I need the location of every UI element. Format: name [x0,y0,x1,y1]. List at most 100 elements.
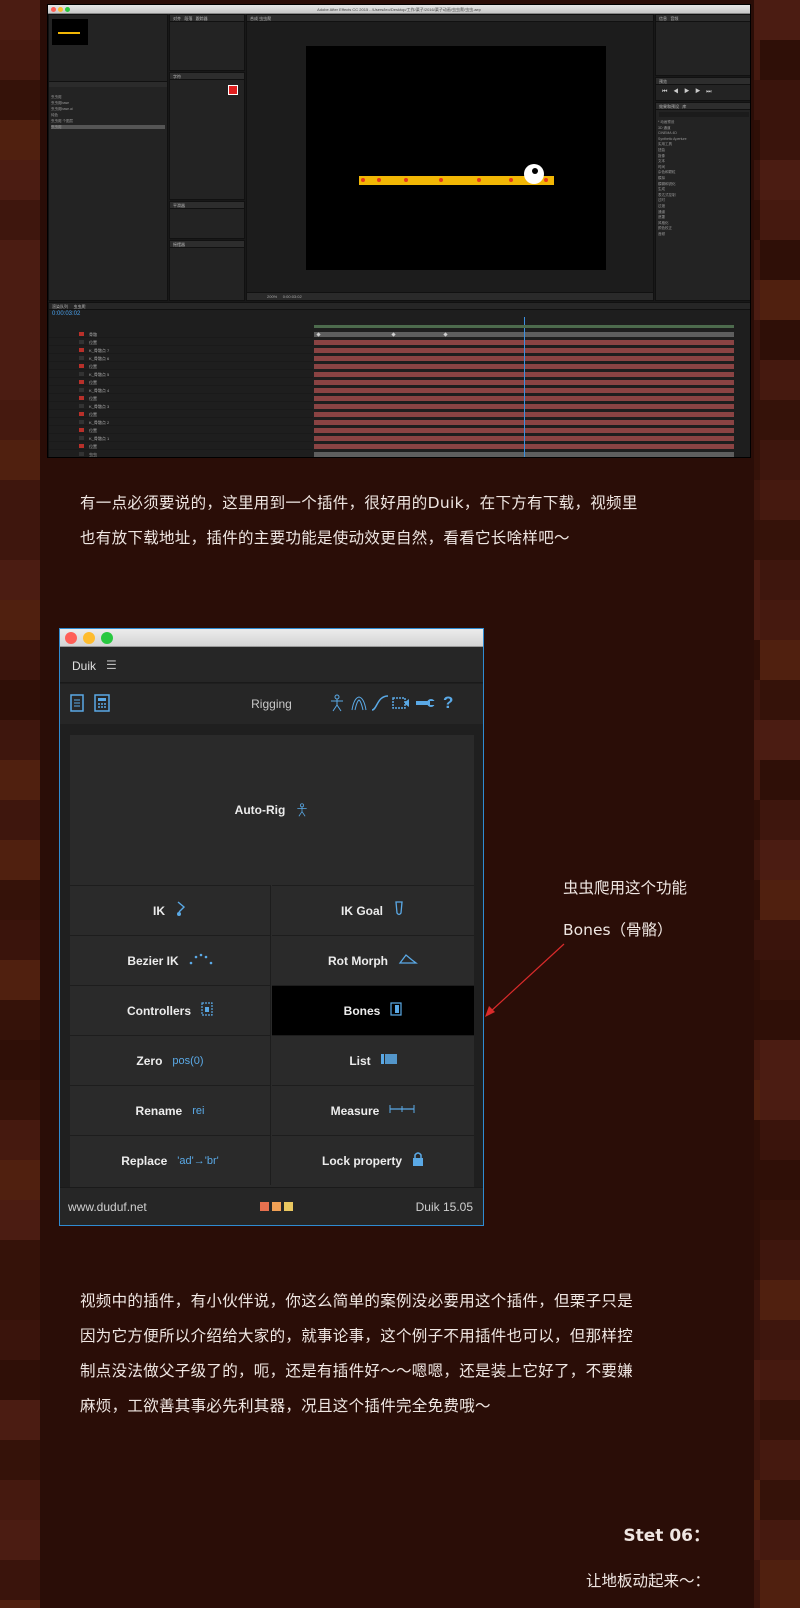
project-item[interactable]: 虫虫爬 [51,95,165,99]
effects-category[interactable]: 表达式控制 [658,193,749,197]
measure-button[interactable]: Measure [272,1085,474,1135]
zero-button[interactable]: Zero pos(0) [70,1035,271,1085]
timeline-layer-row[interactable]: 位置 [49,339,313,346]
bg-tile [760,0,800,40]
replace-button[interactable]: Replace 'ad'→'br' [70,1135,271,1185]
help-icon[interactable]: ? [443,693,453,713]
effects-category[interactable]: 扭曲 [658,148,749,152]
timeline-layer-row[interactable]: K_骨骼点 4 [49,387,313,394]
bg-tile [0,600,40,640]
timeline-layer-row[interactable]: K_骨骼点 3 [49,403,313,410]
bg-tile [0,1600,40,1608]
bg-tile [760,1080,800,1120]
minimize-icon[interactable] [83,632,95,644]
bg-tile [0,1240,40,1280]
project-item[interactable]: 虫虫爬 个图层 [51,119,165,123]
duik-url[interactable]: www.duduf.net [68,1200,147,1214]
curve-icon[interactable] [371,694,389,712]
bg-tile [760,920,800,960]
ae-align-panel: 对齐 段落 跟踪器 [169,14,245,71]
timeline-layer-row[interactable]: 位置 [49,395,313,402]
ae-project-panel: 虫虫爬 虫虫爬base 虫虫爬base.ai 纯色 虫虫爬 个图层 虫虫爬 [48,14,168,301]
controllers-button[interactable]: Controllers [70,985,271,1035]
effects-category[interactable]: 生成 [658,187,749,191]
hamburger-icon[interactable]: ☰ [106,658,117,672]
comp-tab-name[interactable]: 虫虫爬 [259,16,271,21]
timeline-layer-row[interactable]: K_骨骼点 6 [49,355,313,362]
effects-category[interactable]: 模拟 [658,176,749,180]
intro-paragraph: 有一点必须要说的，这里用到一个插件，很好用的Duik，在下方有下载，视频里 也有… [80,486,710,556]
viewer-timecode[interactable]: 0:00:03:02 [283,294,302,299]
ik-icon [175,901,187,920]
effects-category[interactable]: Synthetic Aperture [658,137,749,141]
effects-category[interactable]: CINEMA 4D [658,131,749,135]
effects-category[interactable]: 遮罩 [658,215,749,219]
effects-category[interactable]: 通道 [658,210,749,214]
bones-button[interactable]: Bones [272,985,474,1035]
effects-category[interactable]: 颜色校正 [658,226,749,230]
effects-category[interactable]: 3D 通道 [658,126,749,130]
effects-category[interactable]: 音频 [658,232,749,236]
layer-name: 位置 [89,340,97,345]
effects-category[interactable]: 实用工具 [658,142,749,146]
effects-category[interactable]: 抠像 [658,154,749,158]
timeline-layer-row[interactable]: 位置 [49,363,313,370]
foot-icon [393,901,405,920]
effects-category[interactable]: 杂色和颗粒 [658,170,749,174]
bg-tile [0,1320,40,1360]
autorig-button[interactable]: Auto-Rig [70,735,474,885]
duik-toolbar: Rigging ? [60,684,483,724]
timeline-layer-row[interactable]: 骨骼 [49,331,313,338]
timeline-layer-row[interactable]: 位置 [49,411,313,418]
project-item[interactable]: 虫虫爬base.ai [51,107,165,111]
timeline-layer-row[interactable]: 位置 [49,379,313,386]
project-item[interactable]: 纯色 [51,113,165,117]
intro-line-1: 有一点必须要说的，这里用到一个插件，很好用的Duik，在下方有下载，视频里 [80,494,638,512]
lock-property-button[interactable]: Lock property [272,1135,474,1185]
button-label: Lock property [321,1153,402,1168]
effects-category[interactable]: 过渡 [658,204,749,208]
timeline-layer-row[interactable]: 虫虫 [49,451,313,457]
bg-tile [0,1440,40,1480]
effects-category[interactable]: 文本 [658,159,749,163]
comp-viewer-canvas[interactable] [306,46,606,270]
animation-icon[interactable] [350,694,368,712]
viewer-zoom[interactable]: 200% [267,294,277,299]
bg-tile [0,680,40,720]
stick-figure-icon[interactable] [328,694,346,712]
effects-category[interactable]: 时间 [658,165,749,169]
list-button[interactable]: List [272,1035,474,1085]
bg-tile [760,1240,800,1280]
bezier-ik-button[interactable]: Bezier IK [70,935,271,985]
effects-category[interactable]: 过时 [658,198,749,202]
timeline-layer-row[interactable]: K_骨骼点 1 [49,435,313,442]
ik-button[interactable]: IK [70,885,271,935]
project-item[interactable]: 虫虫爬base [51,101,165,105]
playhead[interactable] [524,317,525,457]
ik-goal-button[interactable]: IK Goal [272,885,474,935]
bg-tile [0,240,40,280]
timeline-layer-row[interactable]: K_骨骼点 5 [49,371,313,378]
bg-tile [0,840,40,880]
effects-category[interactable]: * 动画预设 [658,120,749,124]
wrench-icon[interactable] [414,694,436,712]
camera-icon[interactable] [392,694,410,712]
timeline-timecode[interactable]: 0:00:03:02 [52,311,80,317]
timeline-layer-row[interactable]: K_骨骼点 2 [49,419,313,426]
effects-category[interactable]: 风格化 [658,221,749,225]
project-item[interactable]: 虫虫爬 [51,125,165,129]
duik-footer: www.duduf.net Duik 15.05 [60,1187,483,1225]
rot-morph-button[interactable]: Rot Morph [272,935,474,985]
bg-tile [760,200,800,240]
close-icon[interactable] [65,632,77,644]
timeline-layer-row[interactable]: K_骨骼点 7 [49,347,313,354]
ae-effects-panel: 效果和预设 库 * 动画预设 3D 通道 CINEMA 4D Synthetic Ap… [655,102,750,301]
rename-button[interactable]: Rename rei [70,1085,271,1135]
effects-category[interactable]: 模糊和锐化 [658,182,749,186]
maximize-icon[interactable] [101,632,113,644]
text-icon: 'ad'→'br' [177,1154,219,1167]
bg-tile [760,880,800,920]
timeline-layer-row[interactable]: 位置 [49,427,313,434]
layer-color-label [79,428,84,432]
timeline-layer-row[interactable]: 位置 [49,443,313,450]
